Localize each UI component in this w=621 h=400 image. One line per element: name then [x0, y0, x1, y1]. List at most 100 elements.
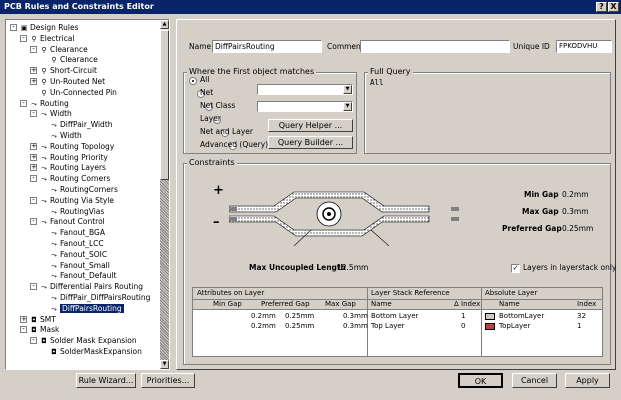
tree-item[interactable]: ⚲ Clearance — [49, 54, 97, 65]
tree-scrollbar[interactable]: ▲ ▼ — [160, 20, 169, 369]
tree-expand-toggle[interactable]: - — [30, 110, 37, 118]
col-abs-name[interactable]: Name — [499, 300, 520, 309]
table-cell-min-gap[interactable]: 0.2mm — [251, 322, 276, 331]
tree-item[interactable]: ⤳ Fanout_Small — [49, 260, 110, 271]
col-preferred-gap[interactable]: Preferred Gap — [261, 300, 310, 309]
tree-item[interactable]: ⤳ Routing Topology — [39, 141, 114, 152]
tree-expand-toggle[interactable]: + — [30, 67, 37, 75]
tree-item[interactable]: ⚲ Electrical — [29, 33, 74, 44]
table-cell-stack-index[interactable]: 1 — [461, 312, 465, 321]
tree-item[interactable]: ⤳ RoutingVias — [49, 206, 104, 217]
table-cell-pref-gap[interactable]: 0.25mm — [285, 312, 314, 321]
comment-input[interactable] — [360, 40, 510, 53]
tree-item[interactable]: ⤳ Fanout_BGA — [49, 227, 105, 238]
preferred-gap-value[interactable]: 0.25mm — [562, 224, 593, 234]
tree-item[interactable]: ⤳ Fanout Control — [39, 216, 105, 227]
col-abs-index[interactable]: Index — [577, 300, 596, 309]
tree-item[interactable]: ⤳ Fanout_SOIC — [49, 249, 107, 260]
priorities-button[interactable]: Priorities... — [141, 373, 195, 388]
min-gap-value[interactable]: 0.2mm — [562, 190, 589, 200]
query-builder-button[interactable]: Query Builder ... — [268, 136, 353, 149]
tree-item[interactable]: ⤳ Differential Pairs Routing — [39, 281, 143, 292]
tree-item[interactable]: ⤳ RoutingCorners — [49, 184, 118, 195]
table-cell-stack-index[interactable]: 0 — [461, 322, 465, 331]
rule-wizard-button[interactable]: Rule Wizard... — [76, 373, 136, 388]
table-cell-abs-name[interactable]: TopLayer — [499, 322, 530, 331]
tree-item[interactable]: ◘ SMT — [29, 314, 56, 325]
col-delta[interactable]: Δ — [454, 300, 459, 309]
chevron-down-icon[interactable]: ▼ — [343, 102, 352, 111]
tree-expand-toggle[interactable]: + — [30, 78, 37, 85]
chevron-down-icon[interactable]: ▼ — [343, 85, 352, 94]
tree-item[interactable]: ⤳ Routing Layers — [39, 162, 106, 173]
rule-icon: ⚲ — [41, 45, 47, 54]
tree-expand-toggle[interactable]: - — [30, 45, 37, 53]
ok-button[interactable]: OK — [458, 373, 503, 388]
tree-item[interactable]: ▣ Design Rules — [19, 22, 79, 33]
unique-id-input[interactable]: FPKODVHU — [556, 40, 612, 53]
tree-item[interactable]: ⚲ Un-Routed Net — [39, 76, 105, 87]
tree-expand-toggle[interactable]: - — [20, 34, 27, 42]
tree-item[interactable]: ⚲ Clearance — [39, 44, 87, 55]
tree-item[interactable]: ⤳ Routing — [29, 98, 69, 109]
cancel-button[interactable]: Cancel — [512, 373, 557, 388]
tree-item[interactable]: ⤳ Routing Corners — [39, 173, 110, 184]
tree-expand-toggle[interactable]: - — [30, 218, 37, 226]
tree-item[interactable]: ⤳ DiffPair_DiffPairsRouting — [49, 292, 150, 303]
col-min-gap[interactable]: Min Gap — [213, 300, 242, 309]
max-gap-value[interactable]: 0.3mm — [562, 207, 589, 217]
tree-expand-toggle[interactable]: - — [20, 99, 27, 107]
tree-expand-toggle[interactable]: + — [30, 164, 37, 172]
table-cell-max-gap[interactable]: 0.3mm — [343, 322, 368, 331]
close-button[interactable]: X — [608, 2, 619, 12]
tree-expand-toggle[interactable]: - — [30, 337, 37, 345]
tree-item[interactable]: ⤳ Fanout_Default — [49, 270, 116, 281]
scroll-down-button[interactable]: ▼ — [160, 360, 169, 369]
tree-item[interactable]: ⚲ Short-Circuit — [39, 65, 97, 76]
apply-button[interactable]: Apply — [565, 373, 610, 388]
tree-expand-toggle[interactable]: + — [30, 142, 37, 150]
name-input[interactable]: DiffPairsRouting — [212, 40, 322, 53]
tree-item[interactable]: ⚲ Un-Connected Pin — [39, 87, 117, 98]
scroll-track[interactable] — [160, 180, 169, 360]
table-cell-min-gap[interactable]: 0.2mm — [251, 312, 276, 321]
tree-item[interactable]: ⤳ Width — [39, 108, 72, 119]
table-cell-max-gap[interactable]: 0.3mm — [343, 312, 368, 321]
net-class-combo[interactable]: ▼ — [257, 101, 353, 112]
tree-item[interactable]: ◘ SolderMaskExpansion — [49, 346, 142, 357]
table-cell-abs-index[interactable]: 32 — [577, 312, 586, 321]
tree-expand-toggle[interactable]: + — [30, 153, 37, 161]
where-radio[interactable] — [189, 76, 197, 85]
table-cell-abs-name[interactable]: BottomLayer — [499, 312, 544, 321]
tree-item[interactable]: ⤳ DiffPairsRouting — [49, 303, 124, 314]
tree-expand-toggle[interactable]: - — [20, 326, 27, 334]
tree-item[interactable]: ⤳ Width — [49, 130, 82, 141]
net-combo[interactable]: ▼ — [257, 84, 353, 95]
max-uncoupled-value[interactable]: 12.5mm — [337, 263, 368, 273]
scroll-thumb[interactable] — [160, 30, 169, 180]
col-stack-index[interactable]: Index — [461, 300, 480, 309]
tree-expand-toggle[interactable]: - — [30, 175, 37, 183]
layers-in-stack-checkbox[interactable]: ✓ — [511, 264, 520, 273]
tree-expand-toggle[interactable]: + — [20, 315, 27, 323]
help-button[interactable]: ? — [596, 2, 607, 12]
tree-expand-toggle[interactable]: - — [30, 283, 37, 291]
rules-tree[interactable]: - ▣ Design Rules - ⚲ Electrical - ⚲ Clearance ⚲ Cl… — [5, 19, 170, 370]
table-group-stack: Layer Stack Reference — [371, 289, 450, 297]
tree-expand-toggle[interactable]: - — [30, 196, 37, 204]
table-cell-abs-index[interactable]: 1 — [577, 322, 581, 331]
tree-expand-toggle[interactable]: - — [10, 24, 17, 31]
tree-item[interactable]: ⤳ Routing Priority — [39, 152, 108, 163]
tree-item[interactable]: ⤳ Routing Via Style — [39, 195, 114, 206]
table-cell-stack-name[interactable]: Top Layer — [371, 322, 405, 331]
tree-item[interactable]: ⤳ DiffPair_Width — [49, 119, 112, 130]
tree-item[interactable]: ◘ Mask — [29, 324, 59, 335]
tree-item[interactable]: ⤳ Fanout_LCC — [49, 238, 103, 249]
col-max-gap[interactable]: Max Gap — [325, 300, 356, 309]
table-cell-pref-gap[interactable]: 0.25mm — [285, 322, 314, 331]
col-stack-name[interactable]: Name — [371, 300, 392, 309]
query-helper-button[interactable]: Query Helper ... — [268, 119, 353, 132]
tree-item[interactable]: ◘ Solder Mask Expansion — [39, 335, 136, 346]
table-cell-stack-name[interactable]: Bottom Layer — [371, 312, 418, 321]
scroll-up-button[interactable]: ▲ — [160, 20, 169, 29]
